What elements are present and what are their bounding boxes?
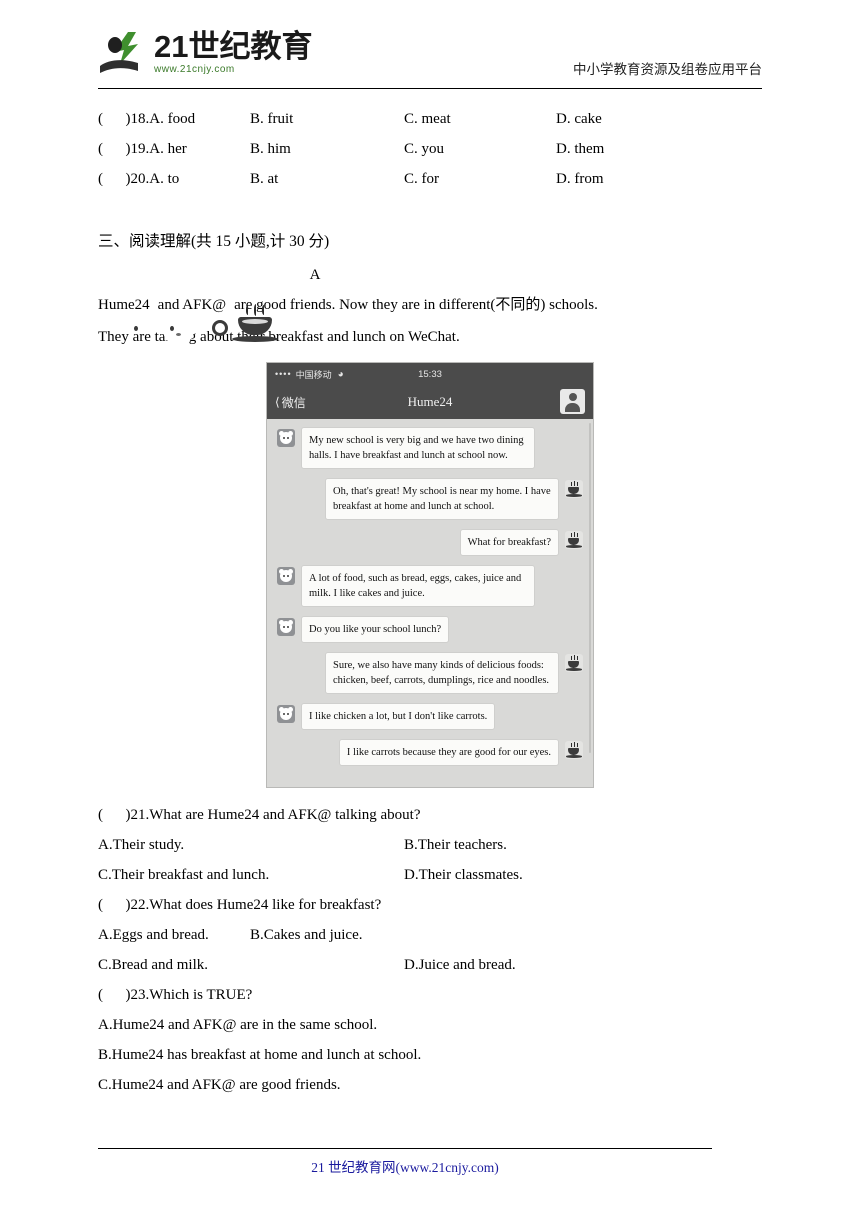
logo-subtitle: www.21cnjy.com <box>154 64 235 75</box>
option-b: B. him <box>250 141 291 157</box>
option-b: B. at <box>250 171 279 187</box>
table-row: ( )18.A. food B. fruit C. meat D. cake <box>98 104 762 134</box>
chat-message: I like chicken a lot, but I don't like c… <box>277 703 583 730</box>
scrollbar[interactable] <box>589 423 591 753</box>
header-divider <box>98 88 762 89</box>
footer-text: 21 世纪教育网(www.21cnjy.com) <box>311 1160 499 1175</box>
header-tagline: 中小学教育资源及组卷应用平台 <box>573 62 762 77</box>
coffee-cup-icon <box>565 480 583 498</box>
document-page: 21世纪教育 www.21cnjy.com 中小学教育资源及组卷应用平台 ( )… <box>0 0 860 1216</box>
question-23-stem: ( )23.Which is TRUE? <box>98 987 253 1003</box>
message-bubble: Sure, we also have many kinds of delicio… <box>325 652 559 694</box>
chat-message: What for breakfast? <box>277 529 583 556</box>
rabbit-avatar-icon <box>277 618 295 636</box>
footer-divider <box>98 1148 712 1149</box>
contact-profile-icon[interactable] <box>560 389 585 414</box>
message-bubble: I like chicken a lot, but I don't like c… <box>301 703 496 730</box>
page-header: 21世纪教育 www.21cnjy.com 中小学教育资源及组卷应用平台 <box>98 28 762 84</box>
option-d: D. cake <box>556 111 602 127</box>
document-content: ( )18.A. food B. fruit C. meat D. cake (… <box>98 104 762 1100</box>
logo-text: 21世纪教育 www.21cnjy.com <box>154 30 364 78</box>
question-22-options-row2: C.Bread and milk. D.Juice and bread. <box>98 950 762 980</box>
passage-letter: A <box>309 267 321 283</box>
option-c: C. meat <box>404 111 451 127</box>
option-stem: ( )20.A. to <box>98 171 180 187</box>
passage-intro-line2: They are talking about their breakfast a… <box>98 329 460 345</box>
wechat-screenshot: •••• 中国移动 ◕ 15:33 ⟨ 微信 Hume24 My new sch… <box>266 362 594 788</box>
question-21-options-row2: C.Their breakfast and lunch. D.Their cla… <box>98 860 762 890</box>
section-heading: 三、阅读理解(共 15 小题,计 30 分) <box>98 233 330 250</box>
option-d: D.Their classmates. <box>404 867 523 883</box>
chat-message: Do you like your school lunch? <box>277 616 583 643</box>
option-d: D. from <box>556 171 604 187</box>
option-c: C.Hume24 and AFK@ are good friends. <box>98 1077 341 1093</box>
chat-message: I like carrots because they are good for… <box>277 739 583 766</box>
passage-intro-line1: Hume24 and AFK@ are good friends. Now they… <box>98 290 762 345</box>
message-bubble: Oh, that's great! My school is near my h… <box>325 478 559 520</box>
rabbit-avatar-icon <box>277 705 295 723</box>
table-row: ( )19.A. her B. him C. you D. them <box>98 134 762 164</box>
option-d: D.Juice and bread. <box>404 957 516 973</box>
option-b: B. fruit <box>250 111 294 127</box>
logo-title: 21世纪教育 <box>154 29 313 64</box>
message-bubble: A lot of food, such as bread, eggs, cake… <box>301 565 535 607</box>
option-a: A.Eggs and bread. <box>98 927 209 943</box>
option-c: C. you <box>404 141 445 157</box>
status-time: 15:33 <box>418 368 442 380</box>
passage-name-2: AFK@ <box>182 297 227 313</box>
option-a: A.Their study. <box>98 837 185 853</box>
site-logo: 21世纪教育 www.21cnjy.com <box>98 28 368 80</box>
rabbit-avatar-icon <box>277 567 295 585</box>
logo-mark-icon <box>98 30 150 76</box>
option-stem: ( )18.A. food <box>98 111 196 127</box>
question-stem: ( )21.What are Hume24 and AFK@ talking a… <box>98 800 762 830</box>
coffee-cup-icon <box>565 741 583 759</box>
option-a: A.Hume24 and AFK@ are in the same school… <box>98 1017 378 1033</box>
passage-text-after: are good friends. Now they are in differ… <box>234 297 598 313</box>
option-stem: ( )19.A. her <box>98 141 187 157</box>
rabbit-avatar-icon <box>277 429 295 447</box>
chat-message: A lot of food, such as bread, eggs, cake… <box>277 565 583 607</box>
message-bubble: My new school is very big and we have tw… <box>301 427 535 469</box>
option-b: B.Cakes and juice. <box>250 927 363 943</box>
option-d: D. them <box>556 141 605 157</box>
message-bubble: What for breakfast? <box>459 529 559 556</box>
message-bubble: I like carrots because they are good for… <box>338 739 559 766</box>
chat-message: My new school is very big and we have tw… <box>277 427 583 469</box>
question-21-stem: ( )21.What are Hume24 and AFK@ talking a… <box>98 807 421 823</box>
question-stem: ( )22.What does Hume24 like for breakfas… <box>98 890 762 920</box>
question-22-options-row1: A.Eggs and bread. B.Cakes and juice. <box>98 920 762 950</box>
question-21-options-row1: A.Their study. B.Their teachers. <box>98 830 762 860</box>
option-b: B.Their teachers. <box>404 837 507 853</box>
option-c: C.Their breakfast and lunch. <box>98 867 270 883</box>
option-c: C.Bread and milk. <box>98 957 208 973</box>
question-22-stem: ( )22.What does Hume24 like for breakfas… <box>98 897 382 913</box>
message-bubble: Do you like your school lunch? <box>301 616 450 643</box>
question-stem: ( )23.Which is TRUE? <box>98 980 762 1010</box>
chat-message: Sure, we also have many kinds of delicio… <box>277 652 583 694</box>
coffee-cup-icon <box>565 654 583 672</box>
wechat-navbar: ⟨ 微信 Hume24 <box>267 385 593 419</box>
chat-message: Oh, that's great! My school is near my h… <box>277 478 583 520</box>
chat-message-list: My new school is very big and we have tw… <box>267 419 593 766</box>
table-row: ( )20.A. to B. at C. for D. from <box>98 164 762 194</box>
phone-status-bar: •••• 中国移动 ◕ 15:33 <box>267 363 593 385</box>
option-c: C. for <box>404 171 439 187</box>
chat-title: Hume24 <box>407 394 453 409</box>
coffee-cup-icon <box>565 531 583 549</box>
option-b: B.Hume24 has breakfast at home and lunch… <box>98 1047 422 1063</box>
